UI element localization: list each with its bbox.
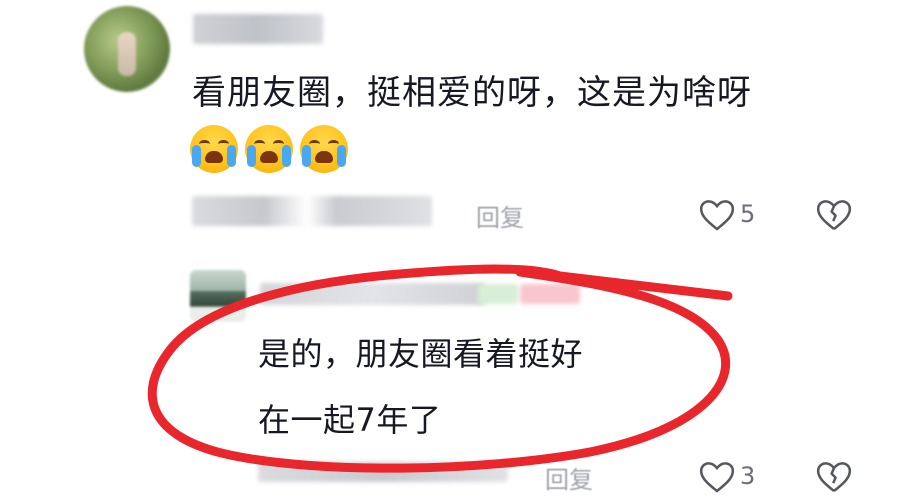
like-button[interactable]: 3 xyxy=(698,458,755,494)
like-count: 3 xyxy=(740,462,756,490)
reply-meta-blurred xyxy=(258,462,508,482)
commenter-avatar[interactable] xyxy=(84,6,170,92)
broken-heart-icon xyxy=(816,200,852,231)
reply-button[interactable]: 回复 xyxy=(476,198,524,233)
dislike-button[interactable] xyxy=(815,196,853,236)
like-button[interactable]: 5 xyxy=(698,196,755,232)
comment-meta-blurred xyxy=(192,196,432,226)
dislike-button[interactable] xyxy=(815,458,853,498)
replier-avatar[interactable] xyxy=(190,270,246,322)
replier-name-blurred[interactable] xyxy=(260,283,485,305)
emoji-row xyxy=(190,125,348,173)
crying-face-icon xyxy=(245,125,293,173)
crying-face-icon xyxy=(190,125,238,173)
reply-text-line-2: 在一起7年了 xyxy=(258,401,442,439)
blurred-badge xyxy=(478,284,518,304)
like-count: 5 xyxy=(740,200,756,228)
reply-text-line-1: 是的，朋友圈看着挺好 xyxy=(258,335,584,373)
heart-icon xyxy=(699,200,735,231)
blurred-badge xyxy=(520,284,580,304)
heart-icon xyxy=(699,462,735,493)
crying-face-icon xyxy=(300,125,348,173)
broken-heart-icon xyxy=(816,462,852,493)
commenter-name-blurred[interactable] xyxy=(193,14,323,44)
comment-text: 看朋友圈，挺相爱的呀，这是为啥呀 xyxy=(192,73,752,113)
